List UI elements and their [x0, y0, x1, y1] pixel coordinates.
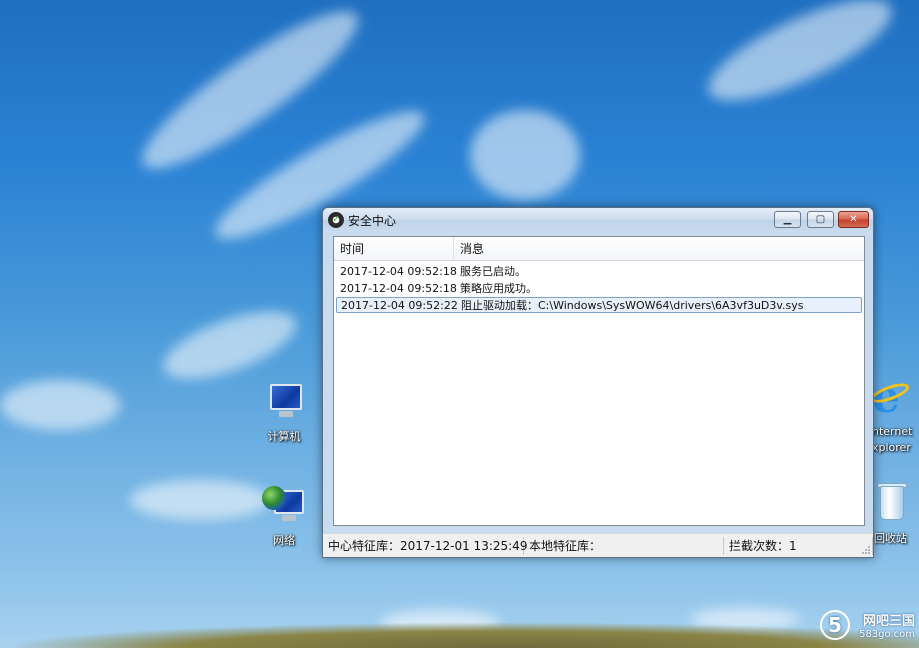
watermark-url: 583go.com	[859, 629, 915, 640]
desktop-icon-label: 计算机	[267, 430, 301, 443]
watermark-logo: 5	[819, 610, 850, 640]
site-watermark: 5 网吧三国 583go.com	[819, 610, 915, 640]
wallpaper-cloud	[0, 380, 120, 430]
status-local-database: 本地特征库：	[524, 537, 724, 555]
window-titlebar[interactable]: ✓ 安全中心 ▁ ▢ ✕	[323, 208, 873, 232]
internet-explorer-icon: e	[868, 376, 912, 423]
wallpaper-cloud	[130, 480, 270, 520]
column-header-message[interactable]: 消息	[454, 237, 854, 261]
recycle-bin-icon	[868, 482, 912, 526]
wallpaper-cloud	[155, 297, 305, 393]
status-block-count: 拦截次数：1	[724, 537, 873, 555]
resize-grip-icon[interactable]	[861, 545, 871, 555]
desktop-icon-computer[interactable]: 计算机	[252, 380, 316, 444]
desktop-icon-label: 网络	[273, 534, 295, 547]
list-header: 时间 消息	[334, 237, 864, 261]
list-item-message: 服务已启动。	[460, 265, 526, 278]
status-center-database: 中心特征库：2017-12-01 13:25:49	[323, 537, 527, 555]
column-header-time[interactable]: 时间	[334, 237, 454, 261]
list-item[interactable]: 2017-12-04 09:52:18 服务已启动。	[336, 264, 862, 280]
wallpaper-cloud	[696, 0, 904, 120]
maximize-button[interactable]: ▢	[807, 211, 834, 228]
watermark-name: 网吧三国	[862, 614, 915, 629]
network-icon	[262, 484, 306, 528]
list-item-selected[interactable]: 2017-12-04 09:52:22 阻止驱动加载：C:\Windows\Sy…	[336, 297, 862, 313]
event-log-list[interactable]: 时间 消息 2017-12-04 09:52:18 服务已启动。 2017-12…	[333, 236, 865, 526]
wallpaper-cloud	[470, 110, 580, 200]
security-center-window: ✓ 安全中心 ▁ ▢ ✕ 时间 消息 2017-12-04 09:52:18 服…	[322, 207, 874, 558]
computer-icon	[262, 380, 306, 424]
status-bar: 中心特征库：2017-12-01 13:25:49 本地特征库： 拦截次数：1	[323, 533, 873, 557]
list-item-message: 策略应用成功。	[460, 282, 537, 295]
security-center-app-icon: ✓	[328, 212, 344, 228]
list-item[interactable]: 2017-12-04 09:52:18 策略应用成功。	[336, 281, 862, 297]
list-item-time: 2017-12-04 09:52:18	[340, 265, 457, 278]
wallpaper-hills	[0, 622, 919, 648]
close-button[interactable]: ✕	[838, 211, 869, 228]
list-item-time: 2017-12-04 09:52:18	[340, 282, 457, 295]
list-item-message: 阻止驱动加载：C:\Windows\SysWOW64\drivers\6A3vf…	[461, 299, 804, 312]
list-item-time: 2017-12-04 09:52:22	[341, 299, 458, 312]
minimize-button[interactable]: ▁	[774, 211, 801, 228]
window-title: 安全中心	[348, 214, 397, 228]
desktop-icon-network[interactable]: 网络	[252, 484, 316, 548]
